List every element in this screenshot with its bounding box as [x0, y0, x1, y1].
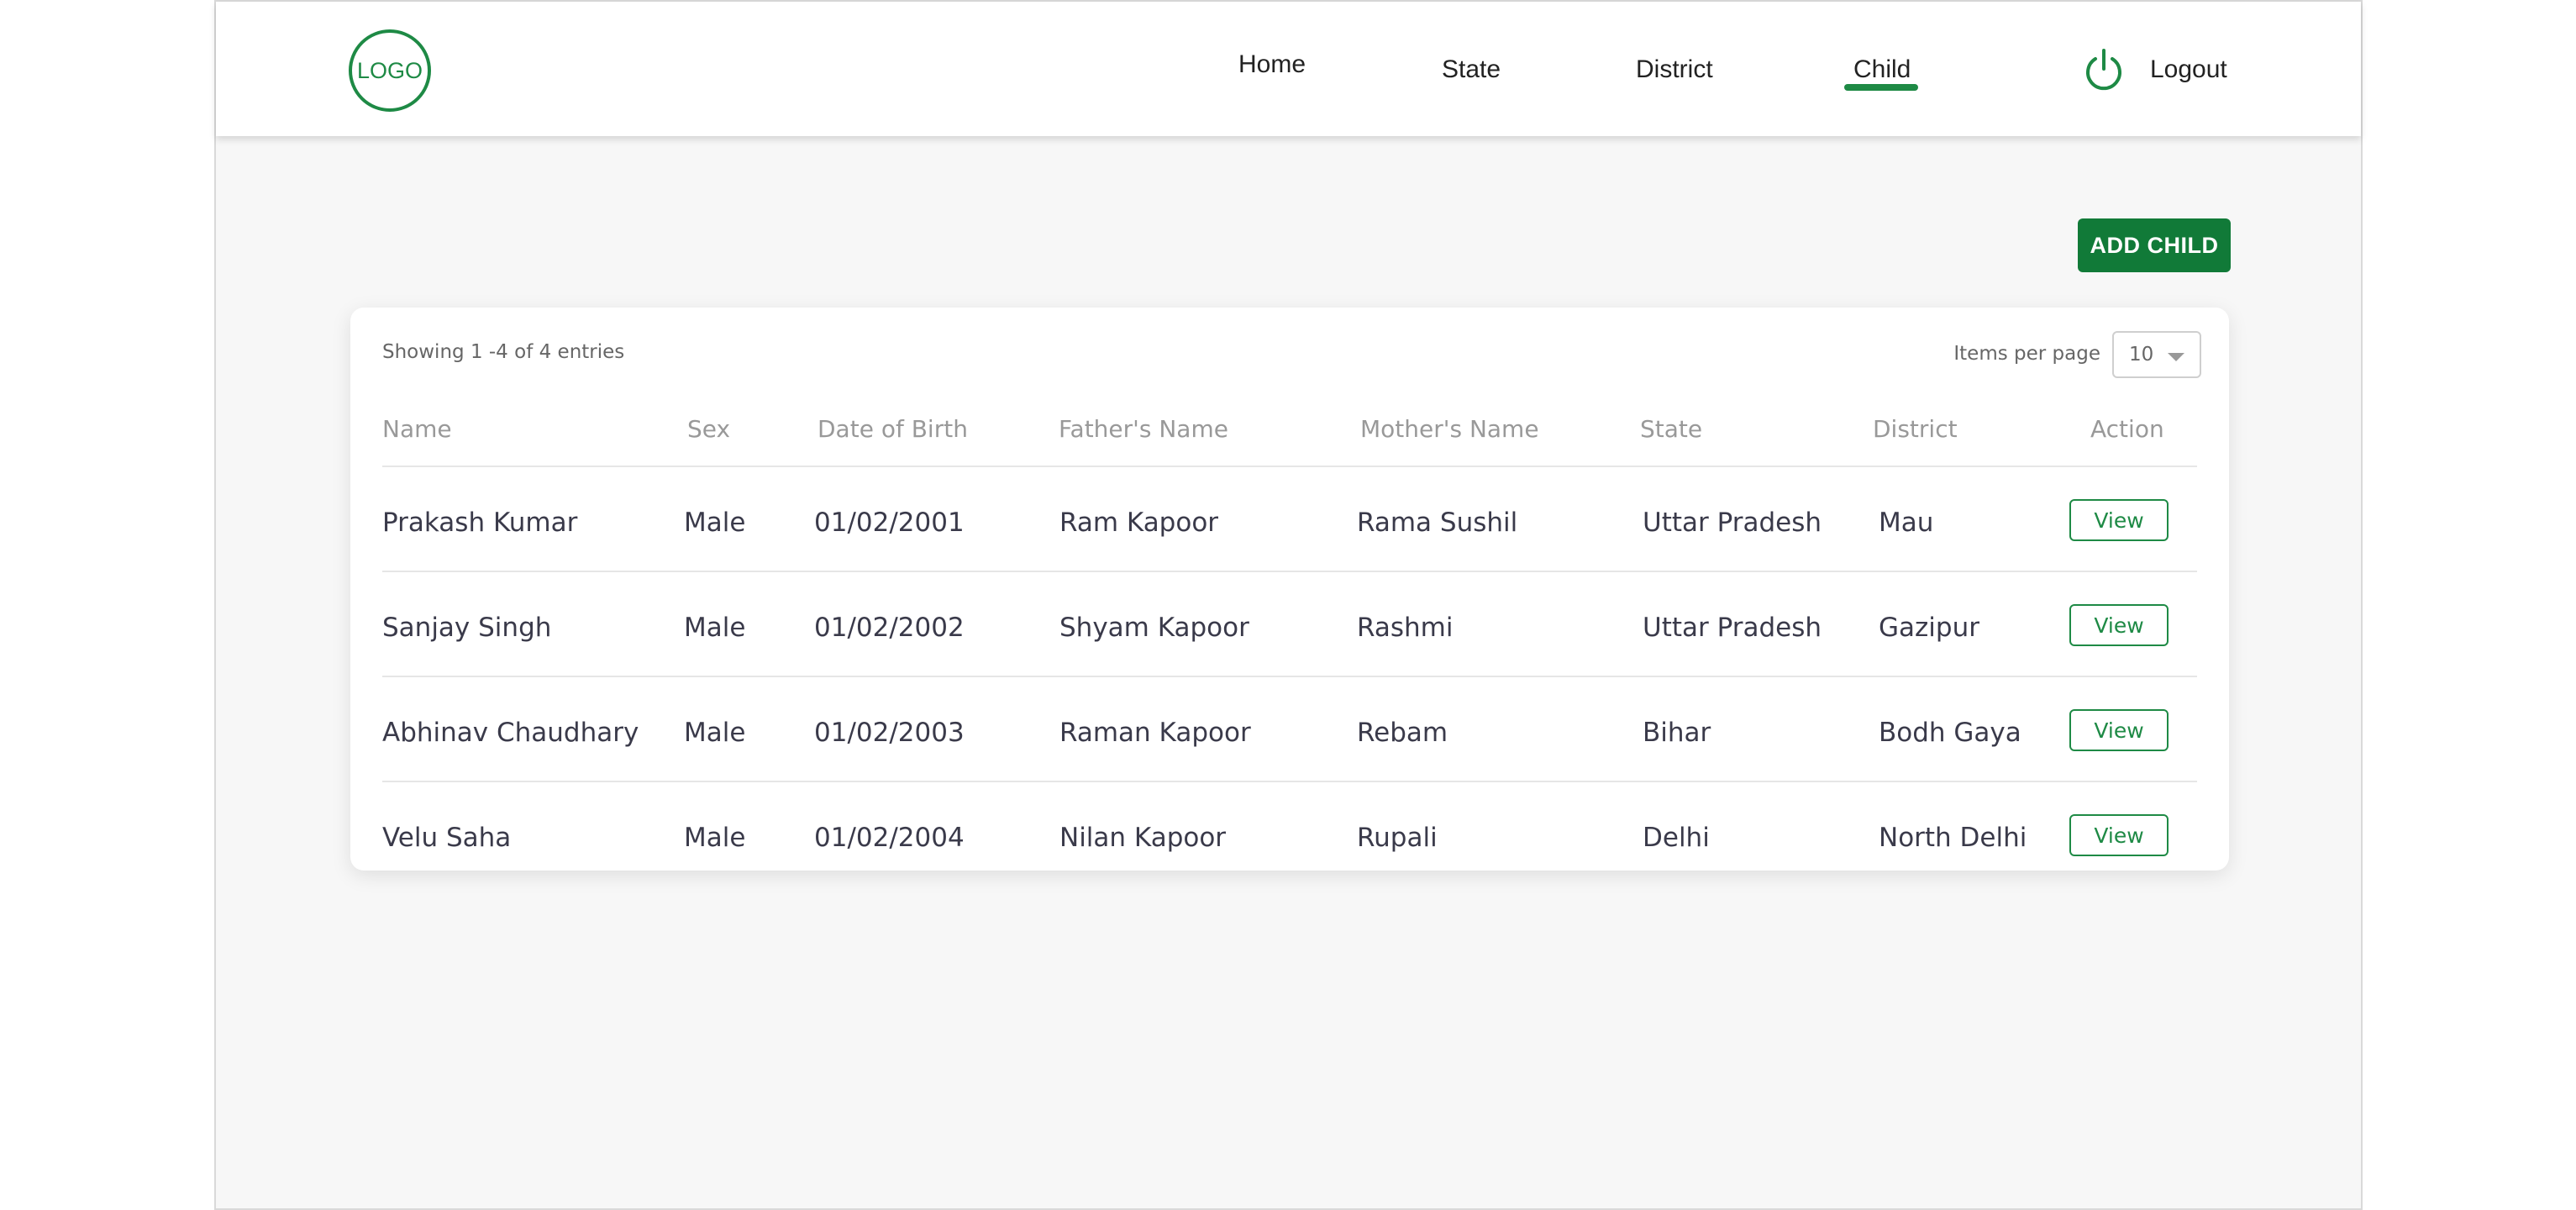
cell-state: Delhi [1643, 823, 1710, 853]
view-button[interactable]: View [2069, 604, 2169, 646]
logout-link[interactable]: Logout [2150, 55, 2227, 84]
cell-sex: Male [684, 718, 746, 748]
cell-state: Uttar Pradesh [1643, 508, 1822, 538]
top-navbar: LOGO Home State District Child Logout [216, 2, 2361, 136]
cell-mother: Rashmi [1357, 613, 1454, 643]
column-header-district: District [1873, 415, 1958, 443]
cell-mother: Rupali [1357, 823, 1438, 853]
column-header-state: State [1640, 415, 1703, 443]
cell-name: Prakash Kumar [382, 508, 578, 538]
items-per-page-value: 10 [2129, 344, 2154, 366]
cell-dob: 01/02/2004 [814, 823, 965, 853]
table-row: Prakash Kumar Male 01/02/2001 Ram Kapoor… [382, 466, 2197, 571]
nav-child[interactable]: Child [1853, 55, 1911, 84]
nav-home[interactable]: Home [1238, 50, 1306, 79]
cell-name: Velu Saha [382, 823, 512, 853]
cell-father: Shyam Kapoor [1059, 613, 1249, 643]
cell-district: Mau [1879, 508, 1934, 538]
cell-father: Nilan Kapoor [1059, 823, 1227, 853]
table-row: Abhinav Chaudhary Male 01/02/2003 Raman … [382, 676, 2197, 781]
cell-sex: Male [684, 823, 746, 853]
cell-father: Raman Kapoor [1059, 718, 1251, 748]
column-header-mother: Mother's Name [1360, 415, 1539, 443]
cell-dob: 01/02/2003 [814, 718, 965, 748]
view-button[interactable]: View [2069, 814, 2169, 856]
view-button[interactable]: View [2069, 709, 2169, 751]
items-per-page-select[interactable]: 10 [2112, 331, 2201, 378]
chevron-down-icon [2168, 353, 2184, 361]
nav-district[interactable]: District [1636, 55, 1713, 84]
items-per-page-label: Items per page [1953, 343, 2100, 365]
column-header-dob: Date of Birth [817, 415, 968, 443]
cell-dob: 01/02/2001 [814, 508, 965, 538]
column-header-sex: Sex [687, 415, 731, 443]
app-frame: LOGO Home State District Child Logout AD… [214, 0, 2363, 1210]
cell-sex: Male [684, 508, 746, 538]
cell-name: Sanjay Singh [382, 613, 552, 643]
cell-sex: Male [684, 613, 746, 643]
cell-father: Ram Kapoor [1059, 508, 1219, 538]
cell-district: Bodh Gaya [1879, 718, 2021, 748]
power-icon[interactable] [2083, 47, 2125, 94]
nav-active-indicator [1844, 84, 1918, 91]
cell-district: Gazipur [1879, 613, 1979, 643]
table-row: Velu Saha Male 01/02/2004 Nilan Kapoor R… [382, 781, 2197, 886]
cell-mother: Rama Sushil [1357, 508, 1518, 538]
column-header-father: Father's Name [1059, 415, 1228, 443]
cell-name: Abhinav Chaudhary [382, 718, 639, 748]
cell-district: North Delhi [1879, 823, 2027, 853]
logo[interactable]: LOGO [349, 29, 431, 112]
table-row: Sanjay Singh Male 01/02/2002 Shyam Kapoo… [382, 571, 2197, 676]
column-header-name: Name [382, 415, 452, 443]
add-child-button[interactable]: ADD CHILD [2078, 218, 2231, 272]
nav-state[interactable]: State [1442, 55, 1501, 84]
cell-state: Uttar Pradesh [1643, 613, 1822, 643]
entries-summary: Showing 1 -4 of 4 entries [382, 341, 625, 363]
column-header-action: Action [2090, 415, 2164, 443]
cell-state: Bihar [1643, 718, 1711, 748]
cell-mother: Rebam [1357, 718, 1448, 748]
view-button[interactable]: View [2069, 499, 2169, 541]
cell-dob: 01/02/2002 [814, 613, 965, 643]
children-table-card: Showing 1 -4 of 4 entries Items per page… [350, 308, 2229, 871]
